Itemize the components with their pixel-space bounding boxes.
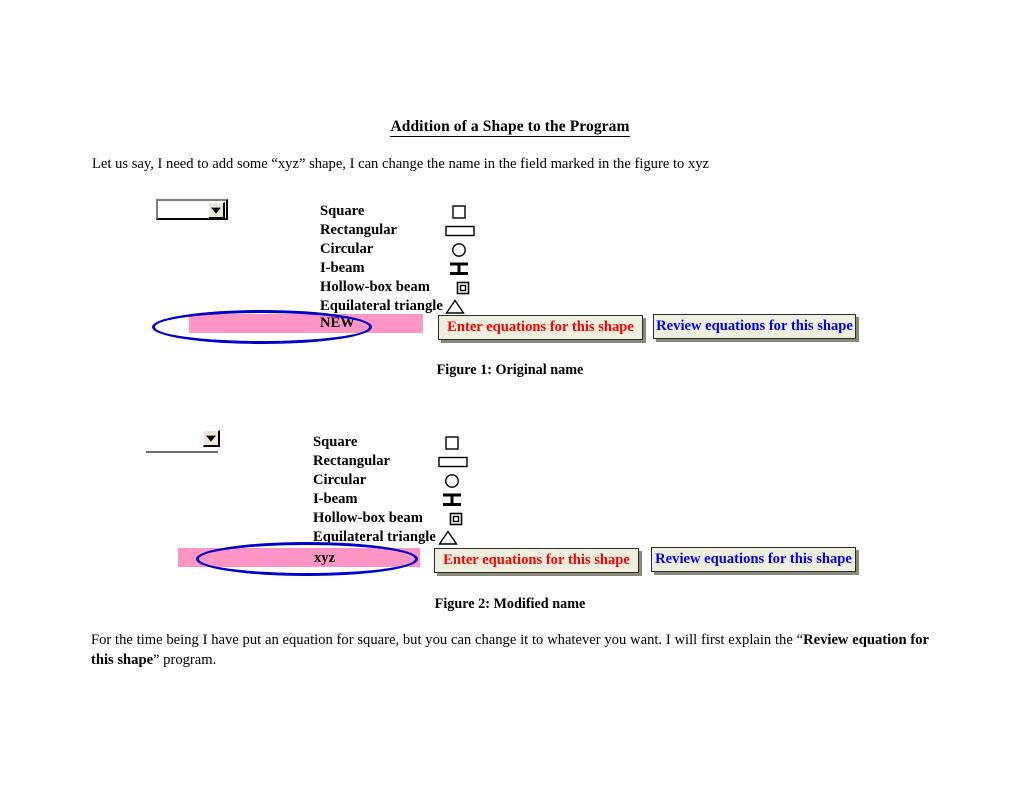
hollow-box-icon [441, 509, 471, 528]
shape-label: Hollow-box beam [313, 510, 423, 526]
i-beam-icon [437, 490, 467, 509]
shape-label: Circular [313, 472, 367, 488]
shape-list-item-square[interactable]: Square [313, 433, 459, 452]
shape-label: Rectangular [313, 453, 391, 469]
outro-paragraph: For the time being I have put an equatio… [91, 631, 929, 670]
square-icon [437, 433, 467, 452]
figure-2-modified-name: Square Rectangular Circular I-beam Hollo… [0, 0, 1020, 594]
outro-text-part-1: For the time being I have put an equatio… [91, 632, 804, 648]
outro-text-part-2: ” program. [153, 651, 217, 668]
review-equations-button[interactable]: Review equations for this shape [651, 547, 856, 572]
shape-label: I-beam [313, 491, 358, 507]
shape-dropdown[interactable] [146, 430, 220, 453]
shape-list-item-rectangular[interactable]: Rectangular [313, 452, 468, 471]
figure-2-caption: Figure 2: Modified name [434, 596, 586, 612]
shape-label: Square [313, 434, 358, 450]
shape-list-item-hollow-box-beam[interactable]: Hollow-box beam [313, 509, 463, 528]
triangle-icon [435, 528, 465, 547]
enter-equations-button[interactable]: Enter equations for this shape [434, 548, 639, 573]
shape-list-item-i-beam[interactable]: I-beam [313, 490, 461, 509]
blue-ellipse-annotation [196, 542, 418, 576]
shape-list-item-circular[interactable]: Circular [313, 471, 459, 490]
circle-icon [437, 471, 467, 490]
chevron-down-icon [206, 435, 216, 442]
shape-list: Square Rectangular Circular I-beam Hollo… [313, 433, 468, 547]
rectangle-icon [437, 452, 468, 471]
dropdown-toggle-button[interactable] [203, 430, 220, 447]
